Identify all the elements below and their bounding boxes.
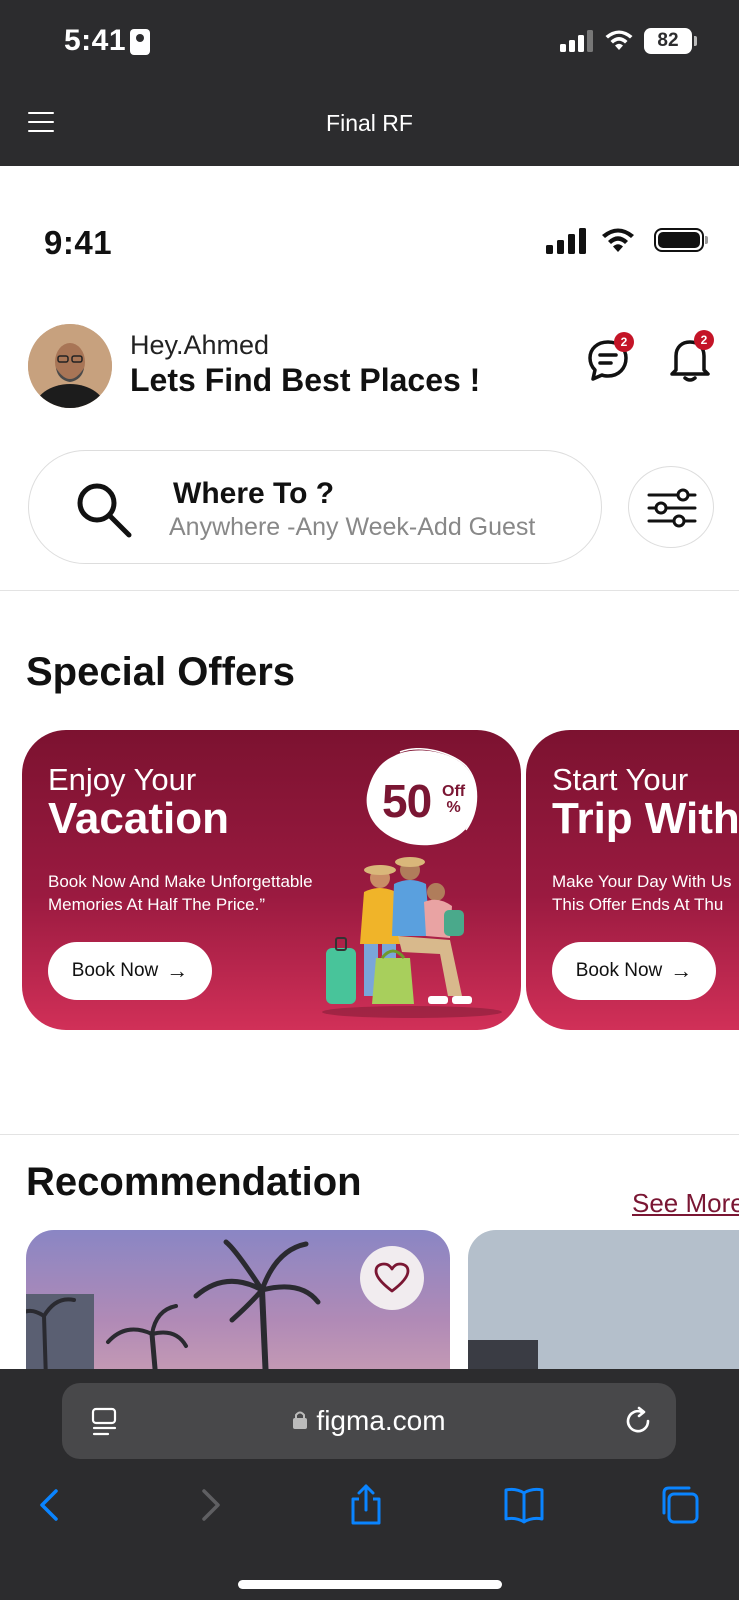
contact-card-icon [130, 29, 150, 55]
address-bar[interactable]: figma.com [62, 1383, 676, 1459]
recommendation-card[interactable] [468, 1230, 739, 1369]
cellular-signal-icon [560, 30, 593, 52]
discount-percent: % [446, 799, 461, 816]
offer-line1: Start Your [552, 762, 689, 797]
search-bar[interactable]: Where To ? Anywhere -Any Week-Add Guest [28, 450, 602, 564]
share-icon[interactable] [344, 1483, 388, 1527]
special-offers-title: Special Offers [26, 650, 296, 694]
user-greeting: Hey.Ahmed [130, 330, 270, 360]
browser-header: Final RF [0, 84, 739, 166]
divider [0, 1134, 739, 1135]
app-screen: 9:41 Hey.Ahmed Lets Find Best Places ! 2 [0, 166, 739, 1369]
url-display: figma.com [62, 1405, 676, 1437]
wifi-icon [602, 228, 634, 252]
offer-card[interactable]: Enjoy Your Vacation Book Now And Make Un… [22, 730, 521, 1030]
wifi-icon [605, 30, 633, 50]
recommendation-title: Recommendation [26, 1160, 362, 1204]
building-image [468, 1340, 538, 1369]
favorite-button[interactable] [360, 1246, 424, 1310]
messages-button[interactable]: 2 [584, 332, 634, 384]
divider [0, 590, 739, 591]
discount-off-label: Off % [442, 784, 465, 816]
book-now-button[interactable]: Book Now → [48, 942, 212, 1000]
arrow-right-icon: → [670, 958, 693, 983]
book-now-label: Book Now [575, 960, 663, 981]
notifications-badge: 2 [694, 330, 714, 350]
forward-icon[interactable] [188, 1483, 232, 1527]
arrow-right-icon: → [166, 958, 189, 983]
book-now-label: Book Now [71, 960, 159, 981]
page-headline: Lets Find Best Places ! [130, 362, 481, 398]
cellular-signal-icon [546, 228, 586, 254]
offer-description: Make Your Day With Us This Offer Ends At… [552, 872, 732, 914]
search-icon [77, 483, 132, 538]
book-now-button[interactable]: Book Now → [552, 942, 716, 1000]
recommendation-card[interactable] [26, 1230, 450, 1369]
device-time: 5:41 [64, 24, 127, 57]
offer-card[interactable]: Start Your Trip With Make Your Day With … [526, 730, 739, 1030]
discount-value: 50 [382, 775, 432, 827]
messages-badge: 2 [614, 332, 634, 352]
discount-off-text: Off [442, 783, 466, 800]
offer-line1: Enjoy Your [48, 762, 197, 797]
search-subtitle: Anywhere -Any Week-Add Guest [169, 513, 536, 541]
back-icon[interactable] [28, 1483, 72, 1527]
app-status-time: 9:41 [44, 224, 113, 261]
offer-line2: Vacation [48, 794, 229, 843]
sliders-icon [647, 488, 697, 528]
browser-toolbar: figma.com [0, 1369, 739, 1600]
home-indicator [238, 1580, 502, 1589]
lock-icon [293, 1411, 308, 1429]
device-status-bar: 5:41 82 [0, 0, 739, 84]
page-title: Final RF [326, 110, 413, 136]
bookmarks-icon[interactable] [502, 1483, 546, 1527]
url-text: figma.com [316, 1405, 446, 1436]
offer-line2: Trip With [552, 794, 739, 843]
battery-icon [654, 228, 708, 252]
battery-indicator: 82 [644, 28, 697, 54]
search-title: Where To ? [173, 477, 335, 510]
avatar[interactable] [28, 324, 112, 408]
notifications-button[interactable]: 2 [666, 330, 714, 384]
see-more-link[interactable]: See More [632, 1188, 739, 1219]
tabs-icon[interactable] [658, 1483, 702, 1527]
travelers-illustration [322, 857, 502, 1018]
heart-icon [374, 1262, 410, 1293]
filter-button[interactable] [628, 466, 714, 548]
reload-icon[interactable] [622, 1405, 654, 1437]
